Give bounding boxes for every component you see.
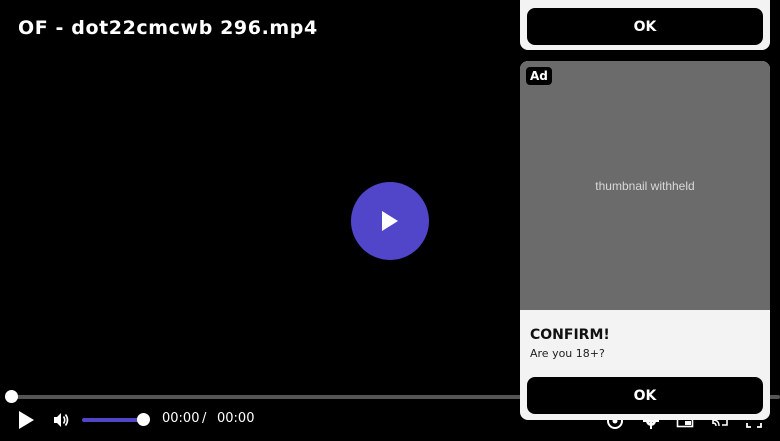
ok-button[interactable]: OK [527,377,763,414]
volume-handle[interactable] [137,413,150,426]
ad-card[interactable]: thumbnail withheld Ad CONFIRM! Are you 1… [520,61,770,420]
ad-image-note: thumbnail withheld [595,178,695,193]
volume-icon [54,413,69,427]
ad-top-panel: OK [520,0,770,50]
big-play-button[interactable] [351,182,429,260]
video-title: OF - dot22cmcwb 296.mp4 [18,17,318,39]
volume-button[interactable] [52,411,70,434]
time-duration: 00:00 [217,411,255,426]
progress-handle[interactable] [5,390,18,403]
ad-headline: CONFIRM! [530,327,610,343]
time-separator: / [202,411,207,426]
play-icon [382,211,398,231]
ad-subtext: Are you 18+? [530,347,605,360]
play-icon [19,411,34,429]
ad-image-placeholder[interactable]: thumbnail withheld [520,61,770,310]
play-button[interactable] [16,410,36,435]
ad-badge: Ad [526,67,552,85]
time-current: 00:00 [162,411,200,426]
ok-button[interactable]: OK [527,8,763,45]
